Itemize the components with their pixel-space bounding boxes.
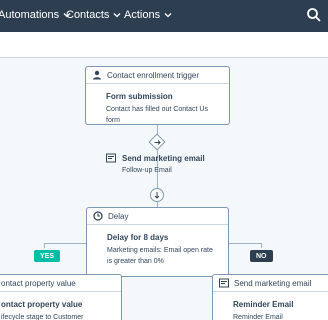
delay-condition-line2: is greater than 0% bbox=[107, 258, 164, 265]
reminder-header-label: Send marketing email bbox=[234, 278, 312, 288]
nav-contacts[interactable]: Contacts bbox=[66, 9, 121, 21]
connector bbox=[44, 243, 45, 248]
delay-card-header: Delay bbox=[87, 208, 228, 225]
delay-title: Delay for 8 days bbox=[107, 233, 169, 242]
email-action-name: Follow-up Email bbox=[122, 167, 172, 174]
trigger-card[interactable]: Contact enrollment trigger Form submissi… bbox=[85, 66, 230, 125]
trigger-header-label: Contact enrollment trigger bbox=[107, 70, 200, 80]
top-nav: Automations Contacts Actions bbox=[0, 0, 328, 32]
delay-condition-suffix: Email open rate bbox=[163, 247, 213, 254]
yes-branch-tag: YES bbox=[34, 250, 61, 262]
nav-automations-label: Automations bbox=[0, 9, 60, 21]
search-icon[interactable] bbox=[306, 7, 322, 23]
connector bbox=[229, 243, 261, 244]
nav-contacts-label: Contacts bbox=[66, 9, 110, 21]
person-icon bbox=[93, 70, 101, 80]
arrow-right-icon bbox=[154, 140, 161, 145]
email-icon bbox=[219, 278, 229, 288]
nav-actions[interactable]: Actions bbox=[124, 9, 172, 21]
nav-actions-label: Actions bbox=[124, 9, 161, 21]
property-header-label: ontact property value bbox=[1, 278, 76, 288]
trigger-text: Contact has filled out Contact Us form bbox=[106, 106, 208, 124]
reminder-email-card[interactable]: Send marketing email Reminder Email Remi… bbox=[212, 274, 328, 320]
email-icon bbox=[106, 153, 116, 163]
chevron-down-icon bbox=[113, 13, 121, 18]
reminder-card-header: Send marketing email bbox=[213, 275, 328, 292]
delay-condition-prefix: Marketing emails: bbox=[107, 247, 162, 254]
no-branch-tag: NO bbox=[250, 250, 273, 262]
clock-icon bbox=[93, 211, 103, 221]
delay-condition: Marketing emails: Email open rate is gre… bbox=[107, 245, 218, 267]
property-card-header: ontact property value bbox=[0, 275, 121, 292]
trigger-title: Form submission bbox=[106, 92, 173, 101]
arrow-down-icon bbox=[154, 192, 160, 199]
chevron-down-icon bbox=[164, 13, 172, 18]
property-title: ontact property value bbox=[1, 300, 83, 309]
property-value-card[interactable]: ontact property value ontact property va… bbox=[0, 274, 122, 320]
connector bbox=[261, 243, 262, 248]
trigger-card-header: Contact enrollment trigger bbox=[86, 67, 229, 84]
reminder-title: Reminder Email bbox=[233, 300, 294, 309]
delay-header-label: Delay bbox=[108, 211, 129, 221]
toolbar bbox=[0, 32, 328, 58]
email-action-title: Send marketing email bbox=[122, 153, 205, 163]
add-step-circle[interactable] bbox=[150, 188, 164, 202]
property-text: ifecycle stage to Customer bbox=[1, 314, 84, 320]
delay-card[interactable]: Delay Delay for 8 days Marketing emails:… bbox=[86, 207, 229, 277]
connector bbox=[44, 243, 86, 244]
reminder-text: Reminder Email bbox=[233, 314, 283, 320]
nav-automations[interactable]: Automations bbox=[0, 9, 71, 21]
email-action[interactable]: Send marketing email Follow-up Email bbox=[106, 153, 205, 174]
